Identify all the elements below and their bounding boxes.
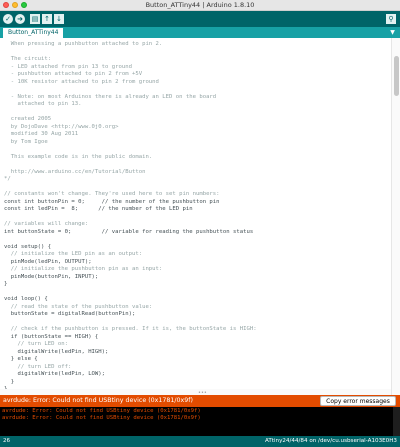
magnifier-icon: ⚲ [388,15,394,23]
code-line: // check if the pushbutton is pressed. I… [4,326,257,332]
code-line: http://www.arduino.cc/en/Tutorial/Button [4,168,146,175]
code-line: - LED attached from pin 13 to ground [4,63,132,70]
arrow-down-icon: ↓ [56,14,62,23]
save-button[interactable]: ↓ [54,14,64,24]
code-line: // variables will change: [4,221,89,227]
arrow-up-icon: ↑ [44,14,50,23]
code-line: pinMode(ledPin, OUTPUT); [4,258,92,265]
window-controls [3,2,27,8]
verify-button[interactable]: ✓ [3,14,13,24]
code-line: digitalWrite(ledPin, LOW); [4,371,106,377]
code-line: int buttonState = 0; // variable for rea… [4,228,254,235]
scrollbar-thumb[interactable] [394,56,399,96]
console-scrollbar[interactable] [393,407,400,436]
editor-vertical-scrollbar[interactable] [391,38,400,398]
footer-bar: 26 ATtiny24/44/84 on /dev/cu.usbserial-A… [0,436,400,447]
code-line: by DojoDave <http://www.0j0.org> [4,123,119,130]
code-line: } else { [4,356,38,362]
code-line: const int ledPin = 8; // the number of t… [4,206,193,212]
open-button[interactable]: ↑ [42,14,52,24]
code-editor[interactable]: When pressing a pushbutton attached to p… [0,38,391,398]
code-line: pinMode(buttonPin, INPUT); [4,273,99,280]
serial-monitor-button[interactable]: ⚲ [386,14,396,24]
chevron-down-icon: ▼ [390,29,395,36]
code-line: - 10K resistor attached to pin 2 from gr… [4,78,159,85]
code-line: // turn LED off: [4,363,72,370]
tab-bar: Button_ATTiny44 ▼ [0,27,400,38]
new-button[interactable]: ▤ [30,14,40,24]
code-line: The circuit: [4,56,52,62]
close-window-button[interactable] [3,2,9,8]
new-file-icon: ▤ [31,14,39,23]
board-port-info: ATtiny24/44/84 on /dev/cu.usbserial-A103… [265,438,397,444]
code-line: digitalWrite(ledPin, HIGH); [4,348,109,355]
code-line: const int buttonPin = 0; // the number o… [4,198,220,205]
upload-button[interactable]: ➜ [15,14,25,24]
code-line: if (buttonState == HIGH) { [4,333,99,340]
maximize-window-button[interactable] [21,2,27,8]
checkmark-icon: ✓ [5,14,11,23]
code-line: attached to pin 13. [4,101,82,107]
console-line: avrdude: Error: Could not find USBtiny d… [2,408,201,414]
code-line: - Note: on most Arduinos there is alread… [4,93,217,100]
tab-button-attiny44[interactable]: Button_ATTiny44 [3,28,64,38]
code-line: When pressing a pushbutton attached to p… [4,41,163,47]
code-line: // turn LED on: [4,341,68,347]
console-output[interactable]: avrdude: Error: Could not find USBtiny d… [0,407,400,436]
code-line: */ [4,176,11,182]
code-line: // read the state of the pushbutton valu… [4,303,153,310]
code-line: // initialize the LED pin as an output: [4,251,143,257]
tab-menu-button[interactable]: ▼ [388,28,397,37]
code-line: This example code is in the public domai… [4,153,153,160]
code-line: void loop() { [4,296,48,302]
window-titlebar: Button_ATTiny44 | Arduino 1.8.10 [0,0,400,11]
code-line: - pushbutton attached to pin 2 from +5V [4,71,143,77]
code-line: by Tom Igoe [4,138,48,145]
code-line: buttonState = digitalRead(buttonPin); [4,311,136,317]
code-line: modified 30 Aug 2011 [4,131,79,137]
window-title: Button_ATTiny44 | Arduino 1.8.10 [145,1,255,9]
code-line: void setup() { [4,243,52,250]
code-line: } [4,378,15,385]
toolbar: ✓ ➜ ▤ ↑ ↓ ⚲ [0,11,400,27]
code-line: // constants won't change. They're used … [4,191,220,197]
status-bar: avrdude: Error: Could not find USBtiny d… [0,395,400,407]
code-line: } [4,281,8,287]
code-line: created 2005 [4,116,52,122]
minimize-window-button[interactable] [12,2,18,8]
code-line: // initialize the pushbutton pin as an i… [4,266,163,272]
status-message: avrdude: Error: Could not find USBtiny d… [3,397,193,404]
line-number: 26 [3,438,11,444]
copy-error-messages-button[interactable]: Copy error messages [320,396,396,406]
arrow-right-icon: ➜ [17,14,23,23]
console-line: avrdude: Error: Could not find USBtiny d… [2,415,201,421]
